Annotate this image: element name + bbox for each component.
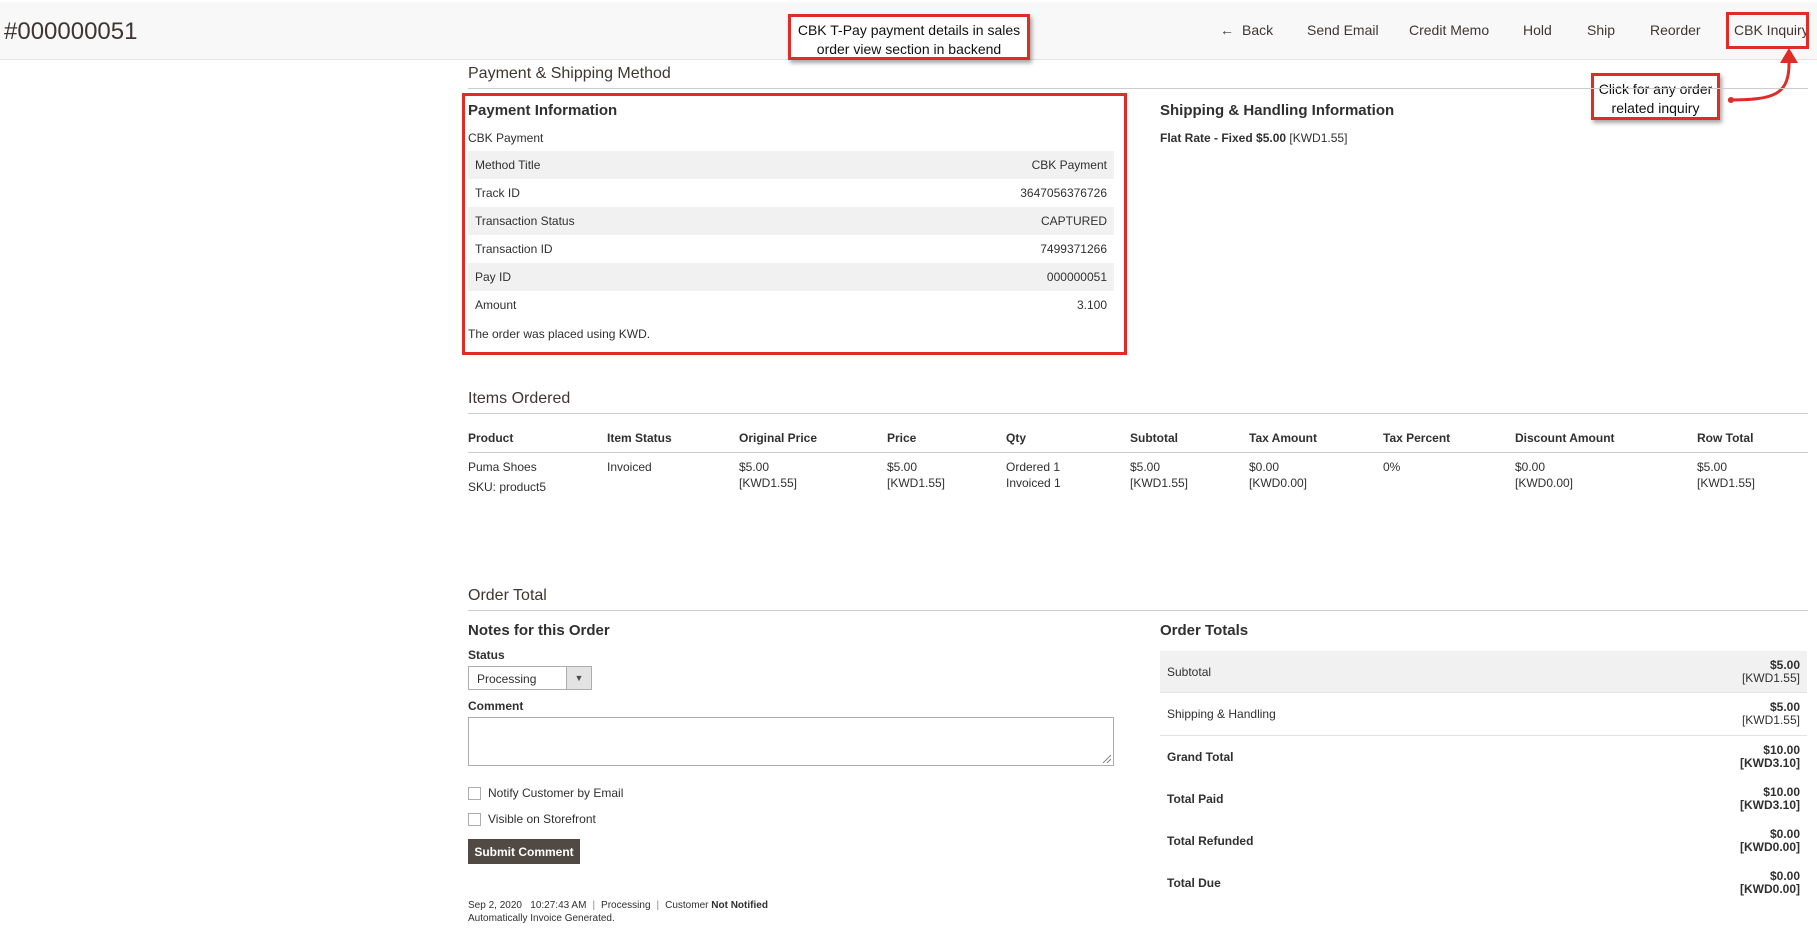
notify-customer-checkbox[interactable] — [468, 787, 481, 800]
order-total-section-title: Order Total — [468, 587, 1808, 611]
comment-textarea[interactable] — [468, 717, 1114, 766]
col-tax-percent: Tax Percent — [1383, 431, 1451, 445]
totals-label: Total Refunded — [1167, 834, 1254, 848]
status-label: Status — [468, 648, 505, 662]
discount-amount-converted: [KWD0.00] — [1515, 476, 1574, 490]
item-subtotal: $5.00 [KWD1.55] — [1130, 459, 1188, 491]
order-totals-title: Order Totals — [1160, 622, 1249, 639]
original-price-converted: [KWD1.55] — [739, 476, 798, 490]
totals-row-total-due: Total Due $0.00 [KWD0.00] — [1160, 862, 1807, 904]
row-total-converted: [KWD1.55] — [1697, 476, 1756, 490]
totals-value: $5.00 [KWD1.55] — [1742, 701, 1800, 727]
comment-history-entry: Sep 2, 2020 10:27:43 AM | Processing | Custo… — [468, 900, 768, 911]
totals-value: $0.00 [KWD0.00] — [1740, 828, 1800, 854]
history-comment: Automatically Invoice Generated. — [468, 913, 615, 924]
shipping-handling-title: Shipping & Handling Information — [1160, 102, 1395, 119]
totals-value-converted: [KWD3.10] — [1739, 798, 1800, 812]
item-tax-amount: $0.00 [KWD0.00] — [1249, 459, 1307, 491]
status-select[interactable]: Processing ▼ — [468, 666, 592, 690]
items-ordered-section-title: Items Ordered — [468, 390, 1808, 414]
row-total-value: $5.00 — [1697, 460, 1728, 474]
totals-value-converted: [KWD1.55] — [1741, 671, 1800, 685]
qty-ordered: Ordered 1 — [1006, 460, 1061, 474]
resize-handle-icon[interactable] — [1103, 755, 1111, 763]
totals-value: $5.00 [KWD1.55] — [1742, 659, 1800, 685]
totals-label: Total Paid — [1167, 792, 1224, 806]
col-item-status: Item Status — [607, 431, 672, 445]
notes-title: Notes for this Order — [468, 622, 610, 639]
subtotal-value: $5.00 — [1130, 460, 1161, 474]
item-price: $5.00 [KWD1.55] — [887, 459, 945, 491]
totals-value: $10.00 [KWD3.10] — [1740, 744, 1800, 770]
price-value: $5.00 — [887, 460, 918, 474]
tax-amount-converted: [KWD0.00] — [1249, 476, 1308, 490]
totals-row-total-refunded: Total Refunded $0.00 [KWD0.00] — [1160, 820, 1807, 862]
totals-label: Subtotal — [1167, 665, 1212, 679]
history-status: Processing — [601, 900, 651, 911]
col-tax-amount: Tax Amount — [1249, 431, 1317, 445]
totals-value: $10.00 [KWD3.10] — [1740, 786, 1800, 812]
item-tax-percent: 0% — [1383, 460, 1401, 474]
col-row-total: Row Total — [1697, 431, 1754, 445]
payment-shipping-section-title: Payment & Shipping Method — [468, 65, 1808, 89]
col-qty: Qty — [1006, 431, 1027, 445]
totals-row-shipping: Shipping & Handling $5.00 [KWD1.55] — [1160, 693, 1807, 736]
totals-label: Total Due — [1167, 876, 1221, 890]
col-price: Price — [887, 431, 917, 445]
item-product: Puma Shoes SKU: product5 — [468, 459, 546, 495]
totals-value-converted: [KWD0.00] — [1739, 882, 1800, 896]
original-price-value: $5.00 — [739, 460, 770, 474]
chevron-down-icon[interactable]: ▼ — [566, 667, 591, 689]
visible-storefront-checkbox[interactable] — [468, 813, 481, 826]
totals-label: Shipping & Handling — [1167, 707, 1276, 721]
history-date: Sep 2, 2020 — [468, 900, 522, 911]
tax-amount-value: $0.00 — [1249, 460, 1280, 474]
product-sku: SKU: product5 — [468, 480, 547, 494]
totals-label: Grand Total — [1167, 750, 1234, 764]
history-customer-label: Customer — [665, 900, 709, 911]
shipping-method-label: Flat Rate - Fixed $5.00 — [1160, 131, 1287, 145]
item-discount-amount: $0.00 [KWD0.00] — [1515, 459, 1573, 491]
totals-row-subtotal: Subtotal $5.00 [KWD1.55] — [1160, 651, 1807, 693]
item-original-price: $5.00 [KWD1.55] — [739, 459, 797, 491]
notify-customer-label[interactable]: Notify Customer by Email — [488, 786, 623, 800]
item-status: Invoiced — [607, 460, 652, 474]
col-original-price: Original Price — [739, 431, 818, 445]
history-time: 10:27:43 AM — [530, 900, 587, 911]
subtotal-converted: [KWD1.55] — [1130, 476, 1189, 490]
totals-value-converted: [KWD1.55] — [1741, 713, 1800, 727]
status-select-value: Processing — [477, 672, 537, 686]
col-subtotal: Subtotal — [1130, 431, 1178, 445]
col-discount-amount: Discount Amount — [1515, 431, 1615, 445]
comment-label: Comment — [468, 699, 524, 713]
totals-row-total-paid: Total Paid $10.00 [KWD3.10] — [1160, 778, 1807, 820]
price-converted: [KWD1.55] — [887, 476, 946, 490]
item-row-total: $5.00 [KWD1.55] — [1697, 459, 1755, 491]
totals-value-converted: [KWD3.10] — [1739, 756, 1800, 770]
product-name: Puma Shoes — [468, 460, 537, 474]
col-product: Product — [468, 431, 514, 445]
shipping-method: Flat Rate - Fixed $5.00 [KWD1.55] — [1160, 131, 1347, 145]
history-customer-state: Not Notified — [711, 900, 768, 911]
payment-info-highlight — [462, 93, 1127, 355]
totals-value-converted: [KWD0.00] — [1739, 840, 1800, 854]
shipping-method-converted: [KWD1.55] — [1289, 131, 1348, 145]
submit-comment-button[interactable]: Submit Comment — [468, 839, 580, 864]
totals-row-grand-total: Grand Total $10.00 [KWD3.10] — [1160, 736, 1807, 778]
item-qty: Ordered 1 Invoiced 1 — [1006, 459, 1061, 491]
visible-storefront-label[interactable]: Visible on Storefront — [488, 812, 596, 826]
qty-invoiced: Invoiced 1 — [1006, 476, 1061, 490]
discount-amount-value: $0.00 — [1515, 460, 1546, 474]
totals-value: $0.00 [KWD0.00] — [1740, 870, 1800, 896]
